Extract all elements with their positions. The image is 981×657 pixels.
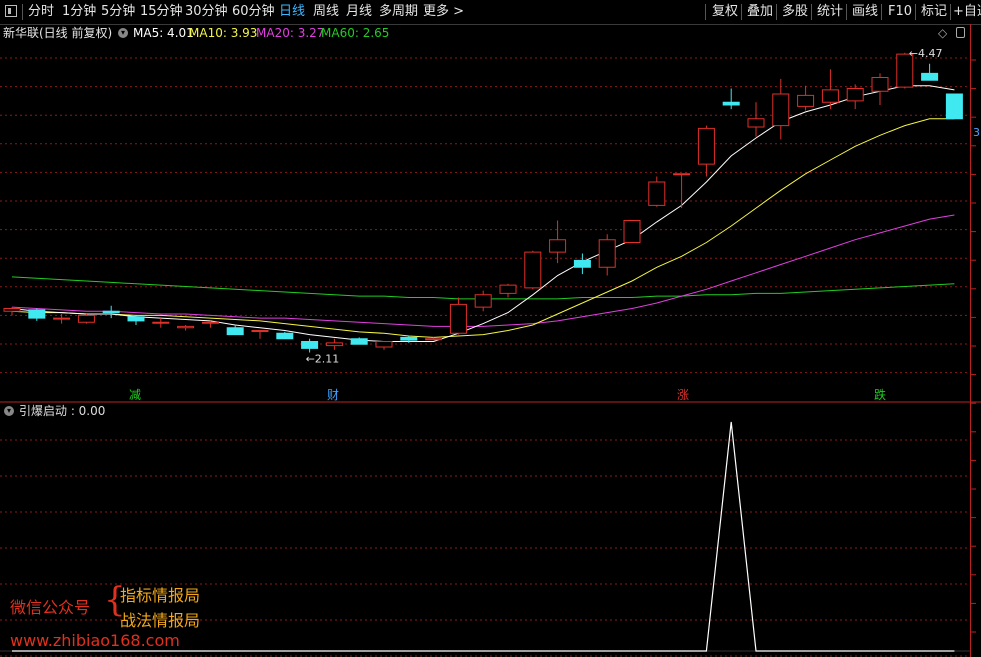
candle-body [276, 332, 294, 340]
candle-body [425, 338, 443, 341]
candle-body [201, 321, 219, 324]
event-marker: 减 [129, 388, 141, 402]
candle-body [549, 239, 567, 253]
candle-body [722, 101, 740, 106]
chart-grid [0, 57, 981, 657]
candle-body [797, 94, 815, 107]
candle-body [251, 330, 269, 332]
chevron-down-icon[interactable]: ▾ [4, 406, 14, 416]
candle-body [77, 314, 95, 323]
candle-body [127, 316, 145, 322]
indicator-title: 引爆启动 : 0.00 [19, 404, 106, 418]
candle-body [623, 220, 641, 243]
watermark-wechat-label: 微信公众号 [10, 598, 91, 617]
right-price-axis [970, 24, 971, 657]
candlesticks [3, 52, 963, 353]
candle-body [871, 77, 889, 92]
low-price-label: ←2.11 [306, 353, 340, 366]
candle-body [747, 118, 765, 128]
candle-body [697, 127, 715, 165]
candle-body [152, 321, 170, 324]
candle-body [400, 336, 418, 341]
watermark-name-2: 战法情报局 [120, 611, 201, 630]
watermark-url: www.zhibiao168.com [10, 631, 180, 650]
candle-body [177, 325, 195, 329]
candle-body [573, 259, 591, 268]
candle-body [449, 303, 467, 334]
candle-body [821, 89, 839, 103]
high-price-label: ←4.47 [909, 47, 943, 60]
candle-body [921, 72, 939, 81]
candle-body [772, 93, 790, 127]
candle-body [350, 338, 368, 345]
candle-body [28, 309, 46, 319]
candle-body [499, 284, 517, 294]
event-marker: 涨 [677, 387, 689, 402]
candle-body [524, 251, 542, 289]
candle-body [226, 327, 244, 336]
axis-price-tag: 3 [973, 126, 980, 139]
candle-body [102, 310, 120, 314]
candle-body [301, 341, 319, 349]
candle-body [53, 317, 71, 320]
candle-body [945, 93, 963, 120]
candle-body [3, 308, 21, 312]
candle-body [598, 239, 616, 268]
candle-body [375, 341, 393, 348]
candle-body [474, 294, 492, 308]
event-marker: 财 [327, 388, 339, 402]
event-marker: 跌 [874, 387, 886, 402]
candle-body [846, 88, 864, 102]
candle-body [325, 342, 343, 347]
watermark-name-1: 指标情报局 [120, 586, 201, 605]
candle-body [673, 173, 691, 176]
candle-body [648, 181, 666, 206]
kline-chart: ←4.47 ←2.11 3 减 财 涨 跌 [0, 47, 981, 657]
